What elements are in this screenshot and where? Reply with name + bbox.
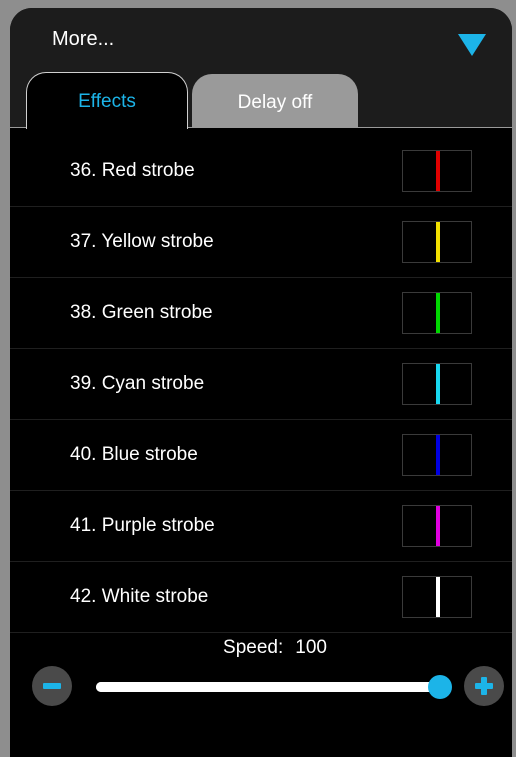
color-bar bbox=[436, 506, 440, 546]
color-swatch bbox=[402, 221, 472, 263]
color-swatch bbox=[402, 505, 472, 547]
triangle-down-icon[interactable] bbox=[458, 34, 486, 56]
speed-value: 100 bbox=[295, 637, 327, 658]
speed-slider[interactable] bbox=[96, 675, 452, 699]
color-swatch bbox=[402, 434, 472, 476]
speed-readout: Speed: 100 bbox=[10, 637, 516, 659]
speed-slider-thumb[interactable] bbox=[428, 675, 452, 699]
tab-delay[interactable]: Delay off bbox=[192, 74, 358, 128]
list-item[interactable]: 39. Cyan strobe bbox=[10, 349, 512, 420]
tab-bar: Effects Delay off bbox=[10, 72, 512, 129]
tab-effects[interactable]: Effects bbox=[26, 72, 188, 129]
color-swatch bbox=[402, 150, 472, 192]
speed-label: Speed: bbox=[223, 637, 284, 658]
effect-label: 38. Green strobe bbox=[70, 302, 213, 323]
minus-icon bbox=[43, 683, 61, 689]
list-item[interactable]: 40. Blue strobe bbox=[10, 420, 512, 491]
effect-label: 36. Red strobe bbox=[70, 160, 195, 181]
color-bar bbox=[436, 577, 440, 617]
effect-label: 37. Yellow strobe bbox=[70, 231, 214, 252]
decrease-speed-button[interactable] bbox=[32, 666, 72, 706]
color-swatch bbox=[402, 292, 472, 334]
effect-label: 41. Purple strobe bbox=[70, 515, 215, 536]
color-bar bbox=[436, 222, 440, 262]
effect-label: 39. Cyan strobe bbox=[70, 373, 205, 394]
list-item[interactable]: 41. Purple strobe bbox=[10, 491, 512, 562]
list-item[interactable]: 37. Yellow strobe bbox=[10, 207, 512, 278]
effect-label: 40. Blue strobe bbox=[70, 444, 198, 465]
color-bar bbox=[436, 293, 440, 333]
increase-speed-button[interactable] bbox=[464, 666, 504, 706]
list-item[interactable]: 42. White strobe bbox=[10, 562, 512, 633]
speed-slider-fill bbox=[96, 682, 440, 692]
color-bar bbox=[436, 151, 440, 191]
header-title: More... bbox=[52, 28, 115, 50]
header-bar: More... bbox=[10, 8, 512, 72]
color-swatch bbox=[402, 576, 472, 618]
color-bar bbox=[436, 435, 440, 475]
plus-icon-vertical bbox=[481, 677, 487, 695]
effect-label: 42. White strobe bbox=[70, 586, 209, 607]
color-swatch bbox=[402, 363, 472, 405]
list-item[interactable]: 38. Green strobe bbox=[10, 278, 512, 349]
effects-panel: More... Effects Delay off 36. Red strobe… bbox=[10, 8, 512, 757]
color-bar bbox=[436, 364, 440, 404]
list-item[interactable]: 36. Red strobe bbox=[10, 136, 512, 207]
